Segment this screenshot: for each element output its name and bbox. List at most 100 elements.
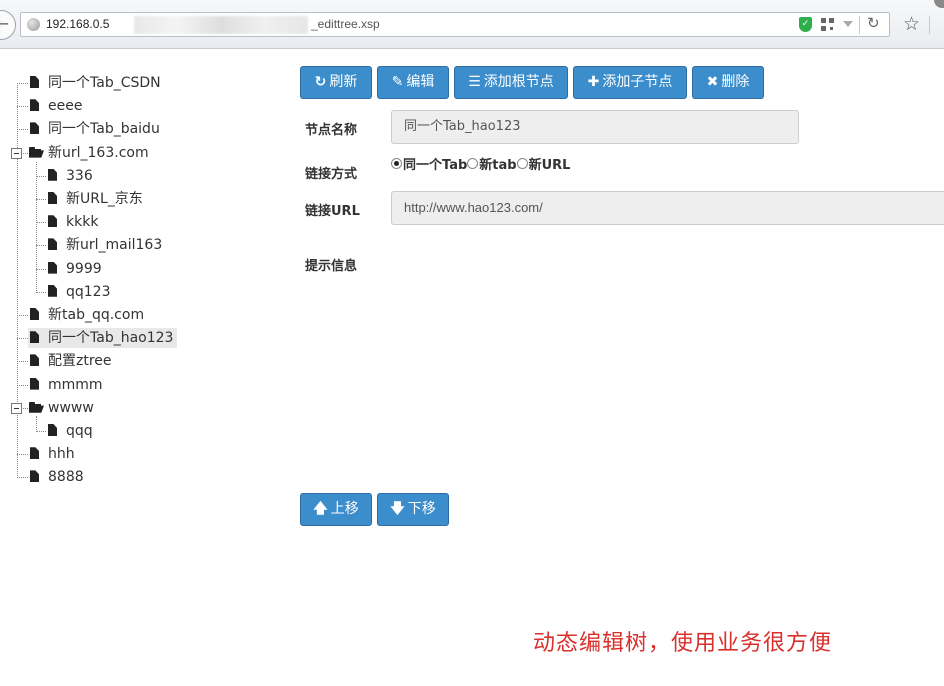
add-child-node-label: 添加子节点 bbox=[602, 74, 673, 90]
tree-connector bbox=[36, 222, 46, 224]
bookmark-star-icon[interactable]: ☆ bbox=[903, 13, 920, 35]
tree-folder-node[interactable]: 新url_163.com bbox=[28, 143, 153, 163]
file-icon bbox=[48, 215, 57, 228]
file-icon bbox=[30, 308, 39, 320]
list-icon: ☰ bbox=[468, 74, 481, 90]
tree-connector bbox=[17, 106, 28, 108]
node-name-input[interactable]: 同一个Tab_hao123 bbox=[391, 110, 799, 144]
file-icon bbox=[48, 192, 57, 204]
tree-connector bbox=[17, 338, 28, 340]
tree-node[interactable]: 同一个Tab_baidu bbox=[28, 119, 164, 139]
reload-icon[interactable]: ↻ bbox=[867, 14, 880, 32]
back-arrow-icon[interactable]: ← bbox=[0, 10, 16, 40]
tree-connector bbox=[36, 175, 46, 177]
tree-connector bbox=[17, 454, 28, 456]
file-icon bbox=[48, 284, 57, 297]
tree-node-label: hhh bbox=[48, 446, 75, 463]
tree-node[interactable]: 同一个Tab_hao123 bbox=[28, 328, 178, 349]
plus-icon: ✚ bbox=[587, 74, 600, 90]
move-down-label: 下移 bbox=[407, 501, 436, 517]
tree-connector bbox=[36, 199, 46, 200]
move-up-button[interactable]: 🡅 上移 bbox=[300, 493, 372, 526]
add-root-node-button[interactable]: ☰ 添加根节点 bbox=[454, 66, 568, 99]
file-icon bbox=[30, 377, 39, 390]
add-root-node-label: 添加根节点 bbox=[483, 74, 554, 90]
file-icon bbox=[30, 354, 39, 367]
link-mode-radio-0[interactable] bbox=[391, 158, 402, 169]
refresh-button[interactable]: ↻ 刷新 bbox=[300, 66, 372, 99]
tree-connector bbox=[17, 83, 28, 84]
tree-node[interactable]: 新tab_qq.com bbox=[28, 305, 148, 325]
tree-node[interactable]: 新URL_京东 bbox=[46, 189, 147, 209]
link-url-label: 链接URL bbox=[305, 204, 360, 219]
extension-icon[interactable] bbox=[934, 0, 944, 8]
close-icon: ✖ bbox=[706, 74, 719, 90]
tree-node[interactable]: qqq bbox=[46, 421, 97, 441]
tree-node-label: 新url_163.com bbox=[48, 144, 149, 161]
link-mode-radio-1[interactable] bbox=[467, 158, 479, 169]
tree-node[interactable]: 同一个Tab_CSDN bbox=[28, 73, 165, 93]
link-url-input[interactable]: http://www.hao123.com/ bbox=[391, 191, 944, 225]
folder-open-icon bbox=[29, 146, 44, 158]
tree-node-label: 8888 bbox=[48, 469, 84, 486]
qr-code-icon[interactable] bbox=[821, 18, 834, 31]
tree-node[interactable]: 新url_mail163 bbox=[46, 235, 166, 255]
node-name-label: 节点名称 bbox=[305, 123, 358, 138]
tree-node-label: 同一个Tab_baidu bbox=[48, 121, 160, 138]
url-prefix: 192.168.0.5 bbox=[46, 17, 110, 31]
tree-node-label: kkkk bbox=[66, 214, 99, 231]
file-icon bbox=[30, 470, 39, 483]
link-mode-option-label[interactable]: 新URL bbox=[529, 158, 571, 173]
edit-button[interactable]: ✎ 编辑 bbox=[377, 66, 449, 99]
tree-node-label: 配置ztree bbox=[48, 353, 112, 370]
tree-node[interactable]: qq123 bbox=[46, 282, 115, 302]
tree-node[interactable]: 336 bbox=[46, 166, 97, 186]
tree-node[interactable]: mmmm bbox=[28, 375, 107, 395]
tree-node[interactable]: hhh bbox=[28, 444, 79, 464]
tree-node-label: 新URL_京东 bbox=[66, 191, 143, 207]
refresh-icon: ↻ bbox=[314, 74, 327, 90]
file-icon bbox=[48, 424, 57, 436]
tree-node[interactable]: 9999 bbox=[46, 259, 106, 279]
refresh-button-label: 刷新 bbox=[329, 74, 358, 90]
tree-node[interactable]: kkkk bbox=[46, 212, 102, 232]
tree-node[interactable]: 配置ztree bbox=[28, 351, 116, 371]
address-bar[interactable]: 192.168.0.5 _edittree.xsp ✓ ↻ bbox=[20, 12, 890, 37]
tree-node[interactable]: 8888 bbox=[28, 467, 88, 487]
security-shield-icon[interactable]: ✓ bbox=[799, 17, 812, 32]
link-mode-radio-2[interactable] bbox=[516, 158, 528, 169]
move-down-button[interactable]: 🡇 下移 bbox=[377, 493, 449, 526]
url-redacted bbox=[134, 16, 308, 34]
tree-connector bbox=[17, 384, 28, 386]
folder-open-icon bbox=[29, 401, 44, 413]
collapse-toggle-icon[interactable] bbox=[11, 402, 22, 414]
pencil-icon: ✎ bbox=[391, 74, 404, 90]
tree-node-label: qq123 bbox=[66, 283, 111, 300]
tree-connector bbox=[36, 268, 46, 270]
file-icon bbox=[30, 447, 39, 460]
globe-icon bbox=[27, 18, 40, 31]
tree-connector bbox=[17, 315, 28, 316]
url-divider bbox=[859, 16, 860, 34]
link-mode-option-label[interactable]: 新tab bbox=[479, 158, 516, 173]
delete-button[interactable]: ✖ 删除 bbox=[692, 66, 764, 99]
link-mode-option-label[interactable]: 同一个Tab bbox=[403, 158, 467, 173]
tree-node-label: 同一个Tab_CSDN bbox=[48, 75, 161, 91]
file-icon bbox=[48, 168, 57, 181]
tree-connector bbox=[36, 162, 37, 291]
tree-connector bbox=[36, 245, 46, 247]
add-child-node-button[interactable]: ✚ 添加子节点 bbox=[573, 66, 687, 99]
delete-button-label: 删除 bbox=[721, 74, 750, 90]
dropdown-arrow-icon[interactable] bbox=[843, 21, 853, 27]
file-icon bbox=[48, 261, 57, 274]
tree-node[interactable]: eeee bbox=[28, 96, 86, 116]
tree-node-label: 9999 bbox=[66, 260, 102, 277]
url-suffix: _edittree.xsp bbox=[311, 17, 380, 31]
move-up-label: 上移 bbox=[330, 501, 359, 517]
tree-connector bbox=[36, 291, 46, 293]
browser-toolbar: ← 192.168.0.5 _edittree.xsp ✓ ↻ ☆ bbox=[0, 0, 944, 49]
tree-folder-node[interactable]: wwww bbox=[28, 398, 98, 418]
file-icon bbox=[30, 122, 39, 135]
collapse-toggle-icon[interactable] bbox=[11, 147, 22, 159]
tree-connector bbox=[36, 416, 37, 430]
